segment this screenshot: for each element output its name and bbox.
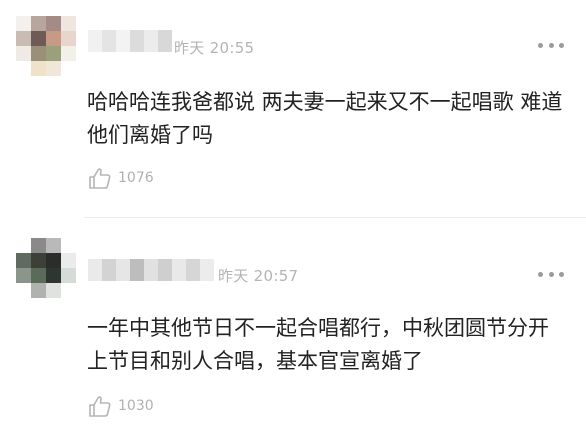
- comment-item: 昨天 20:55 哈哈哈连我爸都说 两夫妻一起来又不一起唱歌 难道他们离婚了吗 …: [0, 0, 586, 218]
- like-button[interactable]: 1076: [88, 166, 154, 190]
- more-dots-icon[interactable]: [538, 42, 564, 48]
- comment-time: 昨天 20:57: [218, 267, 299, 285]
- comment-time: 昨天 20:55: [174, 39, 255, 57]
- like-count: 1076: [118, 170, 154, 186]
- avatar[interactable]: [16, 16, 76, 76]
- comment-text: 一年中其他节日不一起合唱都行，中秋团圆节分开上节目和别人合唱，基本官宣离婚了: [87, 316, 549, 373]
- comment-text: 哈哈哈连我爸都说 两夫妻一起来又不一起唱歌 难道他们离婚了吗: [87, 90, 563, 147]
- avatar[interactable]: [16, 238, 76, 298]
- more-dots-icon[interactable]: [538, 271, 564, 277]
- thumbs-up-icon: [89, 396, 111, 417]
- username-blurred[interactable]: [88, 259, 214, 281]
- like-button[interactable]: 1030: [88, 394, 154, 418]
- comment-item: 昨天 20:57 一年中其他节日不一起合唱都行，中秋团圆节分开上节目和别人合唱，…: [0, 226, 586, 429]
- username-blurred[interactable]: [88, 30, 172, 52]
- divider: [84, 217, 586, 218]
- thumbs-up-icon: [89, 168, 111, 189]
- like-count: 1030: [118, 398, 154, 414]
